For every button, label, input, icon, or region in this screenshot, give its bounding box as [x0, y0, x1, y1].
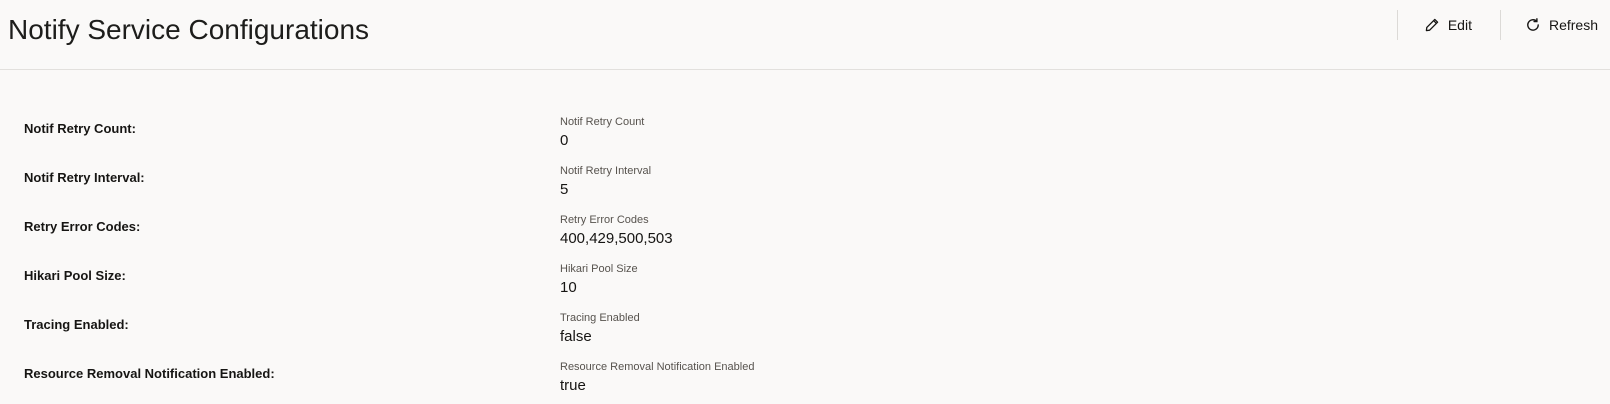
field-value: 0 [560, 132, 569, 149]
field-notif-retry-count[interactable]: Notif Retry Count 0 [560, 115, 644, 151]
field-retry-error-codes[interactable]: Retry Error Codes 400,429,500,503 [560, 213, 673, 249]
row-label: Notif Retry Count: [24, 121, 136, 136]
refresh-button-label: Refresh [1548, 17, 1598, 33]
refresh-button[interactable]: Refresh [1501, 10, 1610, 40]
field-caption: Notif Retry Interval [560, 165, 652, 177]
edit-button[interactable]: Edit [1398, 10, 1500, 40]
field-value: 10 [560, 279, 577, 296]
row-label: Hikari Pool Size: [24, 268, 126, 283]
config-row-tracing-enabled: Tracing Enabled: Tracing Enabled false [0, 311, 1610, 359]
field-notif-retry-interval[interactable]: Notif Retry Interval 5 [560, 164, 651, 200]
config-row-notif-retry-interval: Notif Retry Interval: Notif Retry Interv… [0, 164, 1610, 212]
row-label: Tracing Enabled: [24, 317, 129, 332]
field-resource-removal-notification-enabled[interactable]: Resource Removal Notification Enabled tr… [560, 360, 754, 396]
row-label: Retry Error Codes: [24, 219, 141, 234]
config-row-hikari-pool-size: Hikari Pool Size: Hikari Pool Size 10 [0, 262, 1610, 310]
field-value: 5 [560, 181, 569, 198]
toolbar: Edit Refresh [1396, 10, 1610, 40]
field-tracing-enabled[interactable]: Tracing Enabled false [560, 311, 640, 347]
field-caption: Notif Retry Count [560, 116, 645, 128]
config-row-resource-removal-notification-enabled: Resource Removal Notification Enabled: R… [0, 360, 1610, 404]
refresh-icon [1525, 17, 1541, 33]
config-row-retry-error-codes: Retry Error Codes: Retry Error Codes 400… [0, 213, 1610, 261]
row-label: Resource Removal Notification Enabled: [24, 366, 275, 381]
configuration-form: Notif Retry Count: Notif Retry Count 0 N… [0, 70, 1610, 404]
page-header: Notify Service Configurations Edit Refre… [0, 0, 1610, 70]
row-label: Notif Retry Interval: [24, 170, 145, 185]
pencil-icon [1424, 17, 1440, 33]
config-row-notif-retry-count: Notif Retry Count: Notif Retry Count 0 [0, 115, 1610, 163]
page-title: Notify Service Configurations [8, 14, 370, 45]
field-caption: Resource Removal Notification Enabled [560, 361, 755, 373]
field-value: false [560, 328, 592, 345]
field-value: 400,429,500,503 [560, 230, 673, 247]
field-caption: Retry Error Codes [560, 214, 649, 226]
field-value: true [560, 377, 586, 394]
field-caption: Tracing Enabled [560, 312, 640, 324]
edit-button-label: Edit [1447, 17, 1472, 33]
field-hikari-pool-size[interactable]: Hikari Pool Size 10 [560, 262, 638, 298]
field-caption: Hikari Pool Size [560, 263, 638, 275]
